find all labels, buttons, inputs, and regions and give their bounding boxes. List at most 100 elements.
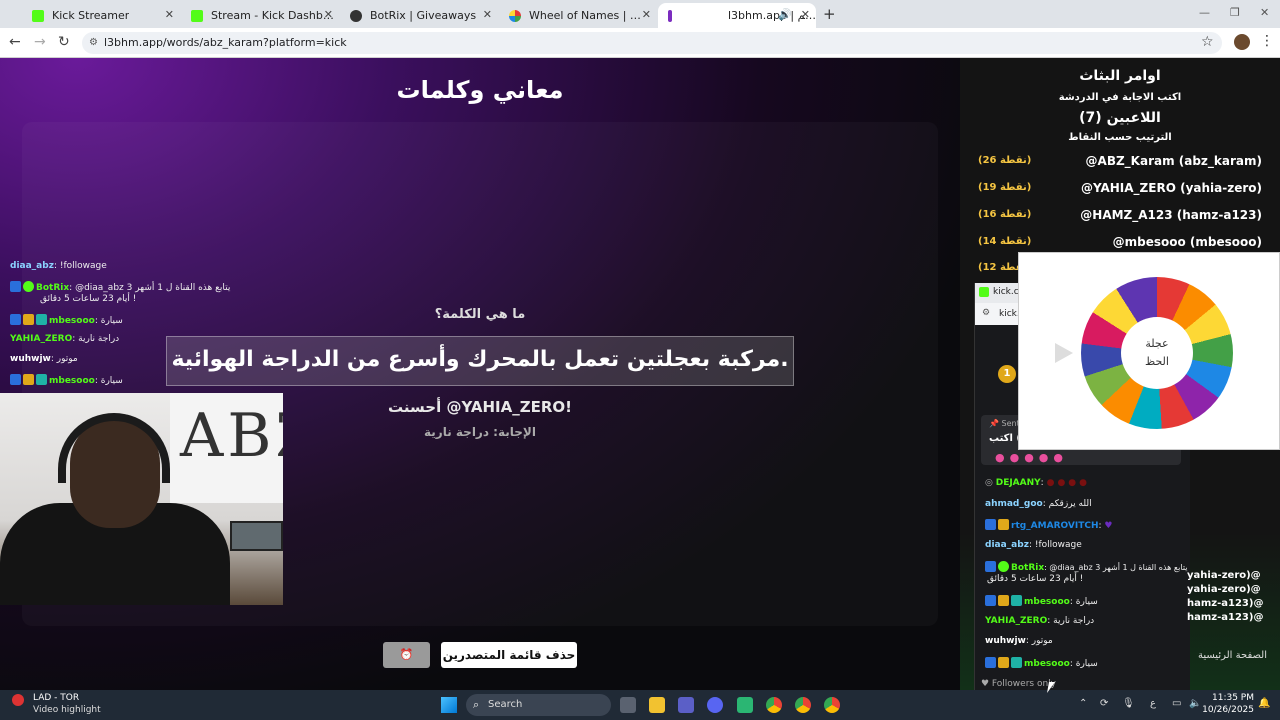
sidebar-title: اوامر البثاث [1079, 68, 1161, 84]
forward-icon[interactable]: → [34, 34, 46, 50]
kick-icon [32, 9, 44, 22]
sidebar-subtitle: اكتب الاجابة في الدردشة [1058, 92, 1182, 103]
close-icon[interactable]: ✕ [324, 8, 333, 21]
crown-badge-icon [998, 519, 1009, 530]
chat-message-cont: أيام 23 ساعات 5 دقائق ! [987, 574, 1083, 584]
tray-chevron-icon[interactable]: ⌃ [1079, 698, 1087, 709]
heart-emote-icon: ♥ [1104, 521, 1113, 531]
audio-icon[interactable]: 🔊 [778, 8, 792, 21]
task-view-icon[interactable] [620, 697, 636, 713]
chrome-icon[interactable] [795, 697, 811, 713]
chat-text: : [1098, 521, 1102, 531]
weather-title[interactable]: LAD - TOR [33, 693, 79, 703]
close-icon[interactable]: ✕ [483, 8, 492, 21]
chat-text: أيام 23 ساعات 5 دقائق ! [40, 294, 137, 304]
tab-l3bhm[interactable]: l3bhm.app | لعبهم 🔊 ✕ [658, 3, 816, 28]
wheel-of-fortune-popup: عجلة الحظ [1018, 252, 1280, 450]
clear-leaderboard-button[interactable]: حذف قائمة المتصدرين [441, 642, 577, 668]
wheel-center[interactable]: عجلة الحظ [1121, 317, 1193, 389]
teams-icon[interactable] [678, 697, 694, 713]
emote-icon: ●●●● [1046, 478, 1091, 488]
close-icon[interactable]: ✕ [642, 8, 651, 21]
chat-text: : دراجة نارية [72, 334, 120, 344]
kick-icon [979, 287, 989, 297]
new-tab-button[interactable]: + [823, 5, 836, 23]
leaderboard-row: @ABZ_Karam (abz_karam) (26 نقطة) [978, 154, 1262, 170]
sync-icon[interactable]: ⟳ [1100, 698, 1108, 709]
tab-title: Wheel of Names | Random nam [529, 9, 641, 22]
chat-message: mbesooo: سيارة [10, 374, 123, 386]
discord-icon[interactable] [707, 697, 723, 713]
maximize-icon[interactable]: ❐ [1230, 6, 1240, 19]
tab-botrix[interactable]: BotRix | Giveaways ✕ [340, 3, 498, 28]
avatar[interactable] [1234, 34, 1250, 50]
tab-wheel-of-names[interactable]: Wheel of Names | Random nam ✕ [499, 3, 657, 28]
heart-emotes: ●●●●● [995, 451, 1068, 464]
chat-message-cont: أيام 23 ساعات 5 دقائق ! [40, 294, 136, 304]
bookmark-star-icon[interactable]: ☆ [1201, 34, 1214, 50]
url-text: l3bhm.app/words/abz_karam?platform=kick [104, 36, 347, 49]
players-count: اللاعبين (7) [1079, 110, 1161, 126]
crown-badge-icon [998, 595, 1009, 606]
chat-text: : سيارة [94, 376, 123, 386]
taskbar-search[interactable]: ⌕ Search [466, 694, 611, 716]
home-link[interactable]: الصفحة الرئيسية [1198, 650, 1267, 661]
mod-badge-icon [985, 561, 996, 572]
url-input[interactable]: ⚙ l3bhm.app/words/abz_karam?platform=kic… [82, 32, 1222, 54]
edge-username: yahia-zero)@ [1187, 584, 1261, 595]
menu-kebab-icon[interactable]: ⋮ [1260, 33, 1274, 49]
player-points: (16 نقطة) [978, 209, 1032, 220]
microphone-icon[interactable]: 🎙 [1122, 698, 1135, 709]
weather-subtitle[interactable]: Video highlight [33, 705, 101, 715]
wheel-pointer-icon [1055, 343, 1073, 363]
chrome-icon[interactable] [766, 697, 782, 713]
windows-start-icon[interactable] [441, 697, 457, 713]
sort-label: الترتيب حسب النقاط [1068, 132, 1172, 143]
wheel-icon [509, 9, 521, 22]
chat-message: mbesooo: سيارة [10, 314, 123, 326]
chat-message: wuhwjw: موتور [10, 354, 78, 364]
chat-text: : موتور [1025, 636, 1053, 646]
reload-icon[interactable]: ↻ [58, 34, 70, 50]
language-indicator[interactable]: ع [1150, 698, 1156, 709]
chat-username: DEJAANY [995, 478, 1041, 488]
chat-text: : موتور [50, 354, 78, 364]
leaderboard-row: @HAMZ_A123 (hamz-a123) (16 نقطة) [978, 208, 1262, 224]
close-icon[interactable]: ✕ [801, 8, 810, 21]
chat-message: ◎ DEJAANY: ●●●● [985, 478, 1090, 488]
browser-tab-bar: Kick Streamer ✕ Stream - Kick Dashboard … [0, 0, 1280, 28]
file-explorer-icon[interactable] [649, 697, 665, 713]
wheel-label-line1: عجلة [1145, 337, 1169, 350]
chat-message: BotRix: @diaa_abz يتابع هذه القناة ل 1 أ… [10, 281, 230, 293]
chat-text: : دراجة نارية [1047, 616, 1095, 626]
chat-username: diaa_abz [985, 540, 1029, 550]
site-info-icon[interactable]: ⚙ [89, 37, 98, 48]
chrome-icon[interactable] [824, 697, 840, 713]
clock-date[interactable]: 10/26/2025 [1200, 705, 1254, 715]
chat-text: : سيارة [1069, 659, 1098, 669]
search-placeholder: Search [488, 699, 523, 710]
tab-kick-streamer[interactable]: Kick Streamer ✕ [22, 3, 180, 28]
back-icon[interactable]: ← [9, 34, 21, 50]
sub-badge-icon [1011, 595, 1022, 606]
screen: Kick Streamer ✕ Stream - Kick Dashboard … [0, 0, 1280, 720]
site-info-icon[interactable]: ⚙ [982, 308, 990, 318]
tab-kick-dashboard[interactable]: Stream - Kick Dashboard ✕ [181, 3, 339, 28]
minimize-icon[interactable]: — [1199, 6, 1210, 19]
chat-message: rtg_AMAROVITCH: ♥ [985, 519, 1113, 531]
close-icon[interactable]: ✕ [165, 8, 174, 21]
tab-title: Stream - Kick Dashboard [211, 9, 339, 22]
timer-button[interactable]: ⏰ [383, 642, 430, 668]
clue-text: مركبة بعجلتين تعمل بالمحرك وأسرع من الدر… [171, 347, 789, 372]
l3bhm-icon [668, 9, 672, 22]
stream-chat-overlay: diaa_abz: !followage BotRix: @diaa_abz ي… [0, 252, 230, 392]
network-icon[interactable]: ▭ [1172, 698, 1181, 709]
weather-icon[interactable] [12, 694, 24, 706]
notification-bell-icon[interactable]: 🔔 [1258, 698, 1270, 709]
wheel-label-line2: الحظ [1145, 355, 1169, 368]
player-name: @YAHIA_ZERO (yahia-zero) [1080, 181, 1262, 195]
chat-text: : !followage [53, 261, 107, 271]
app-icon[interactable] [737, 697, 753, 713]
clock-time[interactable]: 11:35 PM [1212, 693, 1254, 703]
close-window-icon[interactable]: ✕ [1260, 6, 1269, 19]
